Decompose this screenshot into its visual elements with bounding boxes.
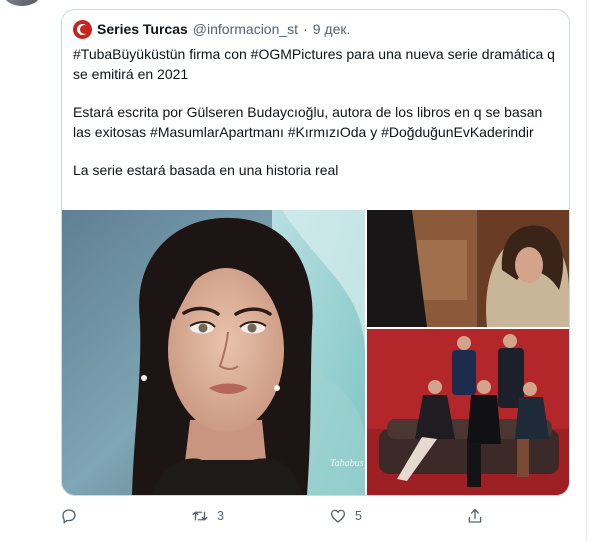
portrait-photo bbox=[62, 210, 365, 495]
reply-button[interactable] bbox=[60, 506, 86, 526]
quoted-tweet-header: Series Turcas @informacion_st · 9 дек. bbox=[73, 19, 350, 39]
author-name[interactable]: Series Turcas bbox=[97, 21, 188, 37]
timeline-divider bbox=[586, 0, 587, 542]
retweet-count: 3 bbox=[217, 509, 224, 523]
avatar[interactable] bbox=[4, 0, 40, 6]
tweet-paragraph: Estará escrita por Gülseren Budaycıoğlu,… bbox=[73, 104, 543, 140]
quoted-tweet-card[interactable]: Series Turcas @informacion_st · 9 дек. #… bbox=[61, 9, 570, 496]
media-grid: Tababus bbox=[62, 210, 569, 495]
heart-icon bbox=[330, 509, 346, 523]
header-separator: · bbox=[303, 21, 308, 37]
share-button[interactable] bbox=[466, 506, 492, 526]
like-button[interactable]: 5 bbox=[329, 506, 362, 526]
tweet-paragraph: La serie estará basada en una historia r… bbox=[73, 162, 339, 178]
media-photo-main[interactable]: Tababus bbox=[62, 210, 365, 495]
media-photo-top[interactable] bbox=[367, 210, 569, 327]
tweet-date[interactable]: 9 дек. bbox=[313, 21, 351, 37]
retweet-button[interactable]: 3 bbox=[191, 506, 224, 526]
share-icon bbox=[468, 508, 482, 523]
crescent-icon bbox=[77, 23, 89, 35]
photo-watermark: Tababus bbox=[330, 458, 364, 469]
like-count: 5 bbox=[355, 509, 362, 523]
quoted-tweet-text: #TubaBüyüküstün firma con #OGMPictures p… bbox=[73, 45, 563, 200]
tweet-container: Series Turcas @informacion_st · 9 дек. #… bbox=[0, 0, 593, 542]
retweet-icon bbox=[192, 511, 208, 521]
tweet-actions: 3 5 bbox=[60, 506, 510, 526]
media-photo-bottom[interactable] bbox=[367, 329, 569, 495]
author-avatar[interactable] bbox=[73, 19, 92, 39]
reply-icon bbox=[62, 509, 76, 524]
tweet-paragraph: #TubaBüyüküstün firma con #OGMPictures p… bbox=[73, 46, 555, 82]
scene-photo bbox=[367, 210, 569, 327]
author-handle[interactable]: @informacion_st bbox=[193, 21, 298, 37]
cast-photo bbox=[367, 329, 569, 495]
